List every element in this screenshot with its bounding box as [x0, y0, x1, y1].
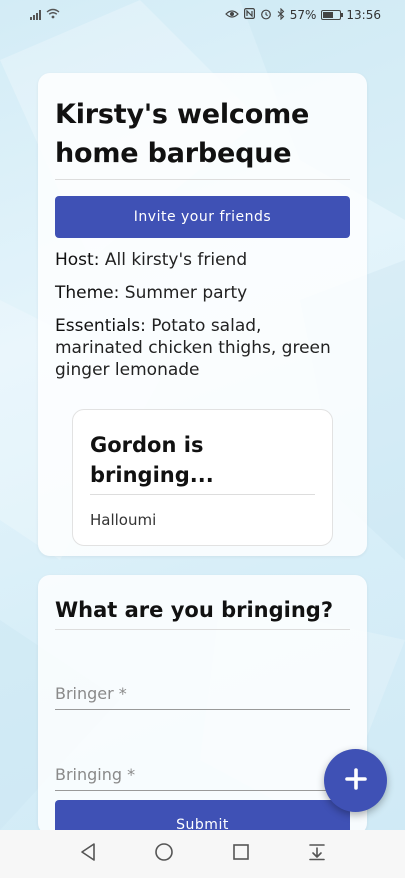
bringer-field [55, 680, 350, 710]
host-label: Host: [55, 250, 100, 270]
battery-icon [321, 10, 344, 20]
bringing-item: Halloumi [90, 511, 157, 529]
notification-shade-icon [308, 843, 326, 865]
status-bar: 57% 13:56 [0, 0, 405, 30]
nav-back-button[interactable] [68, 834, 108, 874]
bringer-input[interactable] [55, 684, 350, 703]
event-title: Kirsty's welcome home barbeque [55, 95, 350, 180]
plus-icon [344, 768, 367, 793]
wifi-icon [46, 8, 60, 22]
status-left [30, 8, 60, 22]
add-fab-button[interactable] [324, 749, 387, 812]
bringing-form-card: What are you bringing? Submit [38, 575, 367, 842]
bluetooth-icon [277, 7, 285, 23]
back-icon [79, 842, 97, 866]
battery-percent: 57% [289, 8, 317, 22]
form-title: What are you bringing? [55, 595, 350, 630]
bringing-input[interactable] [55, 765, 350, 784]
clock: 13:56 [346, 8, 381, 22]
signal-icon [30, 10, 41, 20]
nav-home-button[interactable] [144, 834, 184, 874]
recents-icon [232, 843, 250, 865]
system-nav-bar [0, 830, 405, 878]
home-icon [154, 842, 174, 866]
bringing-card: Gordon is bringing... Halloumi [72, 409, 333, 546]
host-detail: Host: All kirsty's friend [55, 249, 350, 271]
nav-recents-button[interactable] [221, 834, 261, 874]
invite-friends-button[interactable]: Invite your friends [55, 196, 350, 238]
nfc-icon [243, 8, 255, 22]
bringing-title: Gordon is bringing... [90, 430, 315, 495]
event-card: Kirsty's welcome home barbeque Invite yo… [38, 73, 367, 556]
theme-detail: Theme: Summer party [55, 282, 350, 304]
status-right: 57% 13:56 [224, 7, 381, 23]
essentials-label: Essentials: [55, 316, 146, 336]
host-value: All kirsty's friend [104, 250, 248, 270]
bringing-field [55, 761, 350, 791]
alarm-icon [260, 8, 272, 23]
theme-value: Summer party [124, 283, 248, 303]
essentials-detail: Essentials: Potato salad, marinated chic… [55, 315, 350, 381]
nav-notifications-button[interactable] [297, 834, 337, 874]
theme-label: Theme: [55, 283, 120, 303]
event-details: Host: All kirsty's friend Theme: Summer … [55, 249, 350, 381]
eye-icon [224, 9, 239, 22]
